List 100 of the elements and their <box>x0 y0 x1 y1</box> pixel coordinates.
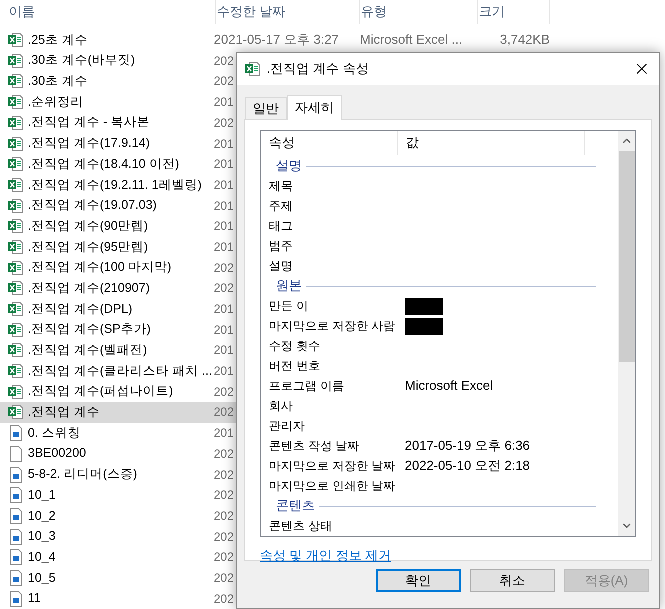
property-name: 마지막으로 저장한 사람 <box>269 318 396 335</box>
image-file-icon <box>8 425 24 442</box>
file-date: 202 <box>214 466 234 484</box>
tab[interactable]: 일반 <box>245 97 287 119</box>
column-header[interactable]: 속성 <box>261 131 398 155</box>
image-file-icon <box>8 466 24 483</box>
image-file-icon <box>8 508 24 524</box>
file-date: 201 <box>214 238 234 256</box>
file-date: 202 <box>214 260 234 277</box>
tab[interactable]: 자세히 <box>287 95 342 120</box>
property-row[interactable]: 제목 <box>261 176 618 196</box>
file-name: .순위정리 <box>28 94 84 111</box>
property-value: 2017-05-19 오후 6:36 <box>405 437 530 456</box>
property-row[interactable]: 콘텐츠 상태 <box>261 516 618 536</box>
column-header[interactable]: 이름 <box>8 0 216 24</box>
property-name: 마지막으로 저장한 날짜 <box>269 458 396 475</box>
property-row[interactable]: 마지막으로 저장한 사람 <box>261 316 618 336</box>
property-value: Microsoft Excel <box>405 377 494 396</box>
spreadsheet-file-icon <box>8 136 24 152</box>
scrollbar[interactable] <box>618 131 635 536</box>
file-name: .전직업 계수(SP추가) <box>28 321 151 338</box>
remove-properties-link[interactable]: 속성 및 개인 정보 제거 <box>260 546 392 566</box>
file-name: .전직업 계수 <box>28 404 100 422</box>
property-name: 범주 <box>269 238 293 255</box>
property-row[interactable]: 주제 <box>261 196 618 216</box>
section-heading: 콘텐츠 <box>276 497 315 516</box>
property-row[interactable]: 만든 이 <box>261 296 618 316</box>
property-row[interactable]: 관리자 <box>261 416 618 436</box>
dialog-button[interactable]: 확인 <box>376 569 461 592</box>
property-name: 제목 <box>269 178 293 195</box>
spreadsheet-file-icon <box>8 156 24 172</box>
column-header[interactable]: 값 <box>398 131 585 155</box>
file-date: 202 <box>214 52 234 70</box>
file-date: 202 <box>214 508 234 525</box>
spreadsheet-file-icon <box>8 176 24 193</box>
property-row[interactable]: 프로그램 이름 Microsoft Excel <box>261 376 618 396</box>
file-date: 202 <box>214 446 234 463</box>
spreadsheet-file-icon <box>8 322 24 338</box>
column-header[interactable]: 유형 <box>360 0 478 24</box>
file-row[interactable]: .전직업 계수 202 <box>0 402 236 423</box>
file-date: 202 <box>214 384 234 401</box>
spreadsheet-icon <box>245 61 261 77</box>
file-name: 10_2 <box>28 508 56 525</box>
property-row[interactable]: 수정 횟수 <box>261 336 618 356</box>
file-name: 0. 스위칭 <box>28 424 81 442</box>
spreadsheet-file-icon <box>8 198 24 214</box>
file-date: 201 <box>214 94 234 112</box>
file-date: 201 <box>214 136 234 153</box>
property-name: 관리자 <box>269 418 305 435</box>
property-name: 수정 횟수 <box>269 338 320 355</box>
spreadsheet-file-icon <box>8 301 24 318</box>
file-date: 202 <box>214 280 234 298</box>
property-name: 프로그램 이름 <box>269 378 344 395</box>
file-name: .전직업 계수(벨패전) <box>28 342 148 360</box>
property-row[interactable]: 태그 <box>261 216 618 236</box>
image-file-icon <box>8 528 24 545</box>
property-row[interactable]: 버전 번호 <box>261 356 618 376</box>
file-date: 202 <box>214 487 234 504</box>
property-row[interactable]: 콘텐츠 작성 날짜 2017-05-19 오후 6:36 <box>261 436 618 456</box>
dialog-button[interactable]: 취소 <box>470 569 555 592</box>
file-name: .30초 계수(바부짓) <box>28 52 136 70</box>
spreadsheet-file-icon <box>8 218 24 234</box>
property-name: 버전 번호 <box>269 358 320 375</box>
file-name: .전직업 계수(210907) <box>28 280 150 297</box>
file-name: 3BE00200 <box>28 445 86 462</box>
file-type: Microsoft Excel ... <box>360 31 464 50</box>
file-name: .전직업 계수(19.07.03) <box>28 197 157 214</box>
window-title: .전직업 계수 속성 <box>267 60 370 78</box>
property-name: 회사 <box>269 398 293 415</box>
property-row[interactable]: 마지막으로 저장한 날짜 2022-05-10 오전 2:18 <box>261 456 618 476</box>
spreadsheet-file-icon <box>8 32 24 48</box>
section-heading: 원본 <box>276 277 302 296</box>
file-date: 2021-05-17 오후 3:27 <box>214 31 340 50</box>
file-date: 202 <box>214 549 234 566</box>
column-header[interactable]: 수정한 날짜 <box>216 0 360 24</box>
file-name: 10_3 <box>28 528 56 546</box>
file-name: .25초 계수 <box>28 32 88 49</box>
file-name: 10_1 <box>28 486 56 504</box>
file-date: 202 <box>214 73 234 90</box>
spreadsheet-file-icon <box>8 384 24 400</box>
property-row[interactable]: 범주 <box>261 236 618 256</box>
column-header[interactable]: 크기 <box>478 0 550 24</box>
file-date: 201 <box>214 218 234 236</box>
property-name: 만든 이 <box>269 298 308 315</box>
spreadsheet-file-icon <box>8 363 24 380</box>
file-date: 202 <box>214 590 234 608</box>
file-name: .전직업 계수(90만렙) <box>28 218 148 235</box>
spreadsheet-file-icon <box>8 260 24 276</box>
file-name: .전직업 계수(클라리스타 패치 ... <box>28 362 212 380</box>
spreadsheet-file-icon <box>8 94 24 110</box>
property-row[interactable]: 설명 <box>261 256 618 276</box>
property-row[interactable]: 마지막으로 인쇄한 날짜 <box>261 476 618 496</box>
property-name: 마지막으로 인쇄한 날짜 <box>269 478 396 495</box>
property-row[interactable]: 회사 <box>261 396 618 416</box>
file-name: .전직업 계수(DPL) <box>28 300 133 318</box>
scrollbar-thumb[interactable] <box>618 151 634 362</box>
property-name: 콘텐츠 상태 <box>269 518 332 535</box>
file-name: 11 <box>28 590 41 608</box>
property-name: 콘텐츠 작성 날짜 <box>269 438 360 455</box>
file-date: 201 <box>214 363 234 380</box>
